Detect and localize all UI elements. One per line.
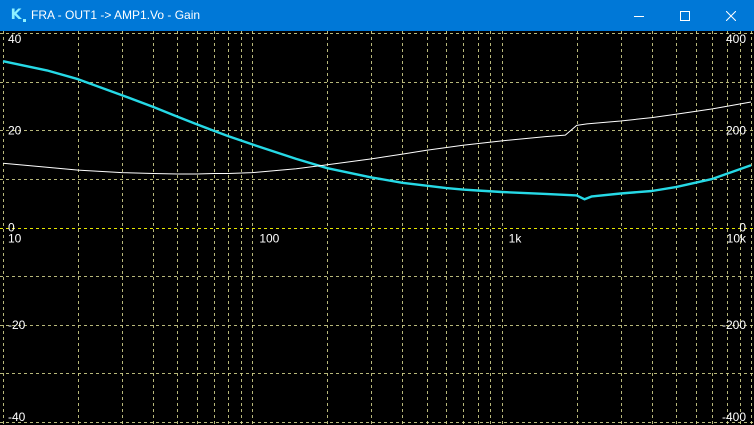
bode-chart: 40200-20-404002000-200-40010 100 1k 10k (0, 31, 754, 425)
close-icon (726, 10, 736, 21)
minimize-button[interactable] (616, 0, 662, 31)
maximize-button[interactable] (662, 0, 708, 31)
y-right-tick-label: -200 (722, 318, 746, 332)
x-tick-label: 10 (8, 232, 22, 246)
gain-plot-area[interactable]: 40 20 0 -20 -40 400 200 0 -200 -400 10 100 1k 10k (0, 31, 754, 425)
y-left-tick-label: 40 (8, 32, 22, 46)
close-button[interactable] (708, 0, 754, 31)
y-left-tick-label: -20 (8, 318, 26, 332)
x-tick-label: 100 (259, 232, 279, 246)
fra-window: K FRA - OUT1 -> AMP1.Vo - Gain 40 20 0 -20 -… (0, 0, 754, 425)
window-title: FRA - OUT1 -> AMP1.Vo - Gain (31, 8, 201, 22)
title-bar[interactable]: K FRA - OUT1 -> AMP1.Vo - Gain (0, 0, 754, 31)
y-left-tick-label: -40 (8, 410, 26, 424)
x-tick-label: 10k (727, 232, 747, 246)
y-right-tick-label: 400 (726, 32, 746, 46)
y-right-tick-label: 200 (726, 123, 746, 137)
y-left-tick-label: 20 (8, 123, 22, 137)
k-logo-icon: K (8, 7, 26, 23)
minimize-icon (634, 15, 644, 17)
maximize-icon (680, 10, 690, 21)
phase-trace (2, 101, 752, 175)
x-tick-label: 1k (509, 232, 523, 246)
y-right-tick-label: -400 (722, 410, 746, 424)
